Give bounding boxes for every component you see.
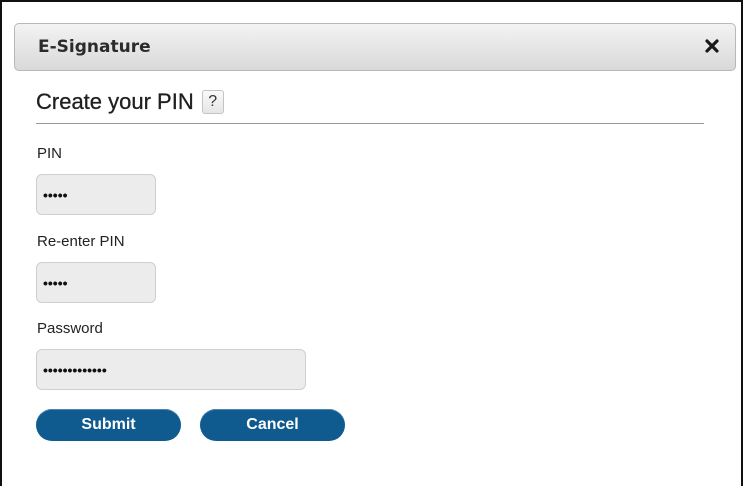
heading-divider bbox=[36, 123, 704, 124]
heading-row: Create your PIN ? bbox=[36, 89, 224, 115]
password-label: Password bbox=[37, 320, 103, 337]
dialog-title: E-Signature bbox=[38, 37, 151, 57]
pin-field[interactable]: ••••• bbox=[36, 174, 156, 215]
submit-button[interactable]: Submit bbox=[36, 409, 181, 441]
cancel-button[interactable]: Cancel bbox=[200, 409, 345, 441]
page-heading: Create your PIN bbox=[36, 89, 194, 114]
reenter-pin-field[interactable]: ••••• bbox=[36, 262, 156, 303]
password-field[interactable]: ••••••••••••• bbox=[36, 349, 306, 390]
pin-label: PIN bbox=[37, 145, 63, 162]
close-icon[interactable] bbox=[701, 35, 723, 57]
reenter-pin-label: Re-enter PIN bbox=[37, 233, 125, 250]
e-signature-dialog: E-Signature Create your PIN ? PIN ••••• … bbox=[0, 0, 743, 486]
help-button[interactable]: ? bbox=[201, 90, 224, 114]
dialog-titlebar: E-Signature bbox=[14, 23, 736, 71]
